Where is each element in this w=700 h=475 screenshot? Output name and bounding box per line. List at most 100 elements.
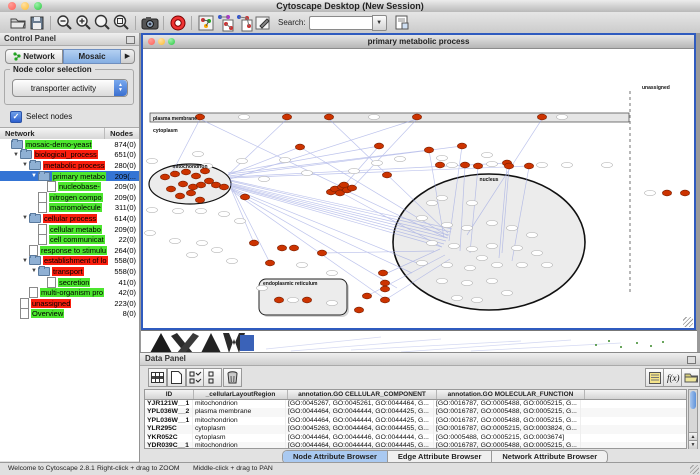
network-node-label[interactable]: [147, 158, 158, 163]
network-node[interactable]: [324, 114, 333, 120]
table-row[interactable]: YKR052Ccytoplasm[GO:0044464, GO:0044446,…: [145, 434, 686, 442]
network-node[interactable]: [424, 147, 433, 153]
network-node[interactable]: [662, 190, 671, 196]
search-dropdown-icon[interactable]: ▼: [372, 15, 387, 31]
tree-row[interactable]: unassigned223(0): [0, 298, 139, 309]
network-node-label[interactable]: [462, 225, 473, 230]
minimize-window-icon[interactable]: [21, 2, 29, 10]
network-node-label[interactable]: [562, 162, 573, 167]
network-node-label[interactable]: [193, 151, 204, 156]
window-maximize-icon[interactable]: [168, 38, 175, 45]
apply-layout-alt-icon[interactable]: [234, 13, 253, 32]
apply-layout-icon[interactable]: [215, 13, 234, 32]
network-node-label[interactable]: [487, 243, 498, 248]
tab-overflow-arrow-icon[interactable]: ▶: [121, 49, 135, 64]
network-node-label[interactable]: [472, 297, 483, 302]
table-row[interactable]: YDR039C__1mitochondrion[GO:0044464, GO:0…: [145, 442, 686, 449]
network-node-label[interactable]: [447, 162, 458, 167]
create-network-icon[interactable]: [196, 13, 215, 32]
network-node-label[interactable]: [477, 255, 488, 260]
network-node[interactable]: [362, 293, 371, 299]
network-node[interactable]: [347, 185, 356, 191]
zoom-in-icon[interactable]: [74, 13, 93, 32]
network-node[interactable]: [382, 172, 391, 178]
network-node[interactable]: [170, 171, 179, 177]
combobox-stepper-icon[interactable]: ▲▼: [114, 80, 127, 96]
network-node-label[interactable]: [465, 265, 476, 270]
new-attribute-icon[interactable]: [167, 368, 186, 387]
node-color-combobox[interactable]: transporter activity ▲▼: [12, 79, 128, 97]
tree-header-nodes[interactable]: Nodes: [110, 129, 133, 138]
network-node[interactable]: [460, 162, 469, 168]
network-node[interactable]: [282, 114, 291, 120]
help-icon[interactable]: [168, 13, 187, 32]
network-node[interactable]: [186, 190, 195, 196]
network-node[interactable]: [295, 144, 304, 150]
tree-row[interactable]: mosaic-demo-yeast874(0): [0, 139, 139, 150]
network-node-label[interactable]: [462, 280, 473, 285]
float-panel-icon[interactable]: [126, 36, 135, 44]
network-node-label[interactable]: [532, 250, 543, 255]
compartment-nucleus[interactable]: [393, 174, 585, 310]
close-window-icon[interactable]: [8, 2, 16, 10]
network-node-label[interactable]: [288, 297, 299, 302]
tree-row[interactable]: ▼transport558(0): [0, 266, 139, 277]
expand-triangle-icon[interactable]: ▼: [21, 258, 29, 264]
tree-row[interactable]: cellular metabo209(0): [0, 224, 139, 235]
network-node[interactable]: [473, 163, 482, 169]
table-scrollbar[interactable]: ▲ ▼: [688, 389, 698, 449]
network-node-label[interactable]: [645, 190, 656, 195]
network-node[interactable]: [380, 280, 389, 286]
network-node[interactable]: [680, 190, 689, 196]
tree-row[interactable]: Overview8(0): [0, 309, 139, 320]
select-nodes-checkbox[interactable]: ✓: [10, 111, 22, 123]
network-node-label[interactable]: [212, 247, 223, 252]
table-header-cell[interactable]: [585, 390, 686, 399]
network-node-label[interactable]: [537, 162, 548, 167]
network-node-label[interactable]: [280, 157, 291, 162]
table-header-cell[interactable]: annotation.GO MOLECULAR_FUNCTION: [437, 390, 585, 399]
network-node-label[interactable]: [196, 208, 207, 213]
scrollbar-thumb[interactable]: [690, 391, 696, 409]
network-node[interactable]: [457, 143, 466, 149]
table-header-cell[interactable]: ID: [145, 390, 194, 399]
network-node-label[interactable]: [542, 262, 553, 267]
network-node-label[interactable]: [372, 160, 383, 165]
network-node-label[interactable]: [442, 222, 453, 227]
network-node[interactable]: [178, 181, 187, 187]
open-file-icon[interactable]: [8, 13, 27, 32]
table-row[interactable]: YJR121W__1mitochondrion[GO:0045267, GO:0…: [145, 400, 686, 408]
expand-triangle-icon[interactable]: ▼: [30, 173, 38, 179]
expand-triangle-icon[interactable]: ▼: [21, 215, 29, 221]
scroll-down-icon[interactable]: ▼: [689, 440, 697, 449]
network-node[interactable]: [537, 114, 546, 120]
tree-row[interactable]: macromolecule311(0): [0, 203, 139, 214]
network-canvas[interactable]: plasma membranecytoplasmmitochondrionnuc…: [143, 49, 694, 328]
network-window-titlebar[interactable]: primary metabolic process: [143, 35, 694, 49]
delete-attribute-icon[interactable]: [223, 368, 242, 387]
network-node-label[interactable]: [482, 152, 493, 157]
network-node-label[interactable]: [327, 300, 338, 305]
report-icon[interactable]: [393, 13, 412, 32]
tree-row[interactable]: response to stimulu264(0): [0, 245, 139, 256]
network-node-label[interactable]: [297, 262, 308, 267]
network-node-label[interactable]: [437, 155, 448, 160]
network-node[interactable]: [354, 307, 363, 313]
network-node[interactable]: [196, 182, 205, 188]
network-node-label[interactable]: [170, 238, 181, 243]
expand-triangle-icon[interactable]: ▼: [30, 268, 38, 274]
network-node-label[interactable]: [492, 262, 503, 267]
window-minimize-icon[interactable]: [158, 38, 165, 45]
network-node-label[interactable]: [557, 114, 568, 119]
network-node-label[interactable]: [237, 158, 248, 163]
tree-row[interactable]: secretion41(0): [0, 277, 139, 288]
zoom-fit-icon[interactable]: [112, 13, 131, 32]
zoom-out-icon[interactable]: [55, 13, 74, 32]
table-row[interactable]: YPL036W__2plasma membrane[GO:0044464, GO…: [145, 408, 686, 416]
window-close-icon[interactable]: [148, 38, 155, 45]
network-node[interactable]: [374, 143, 383, 149]
network-node[interactable]: [524, 163, 533, 169]
network-node-label[interactable]: [437, 195, 448, 200]
network-node[interactable]: [219, 184, 228, 190]
network-node[interactable]: [265, 260, 274, 266]
